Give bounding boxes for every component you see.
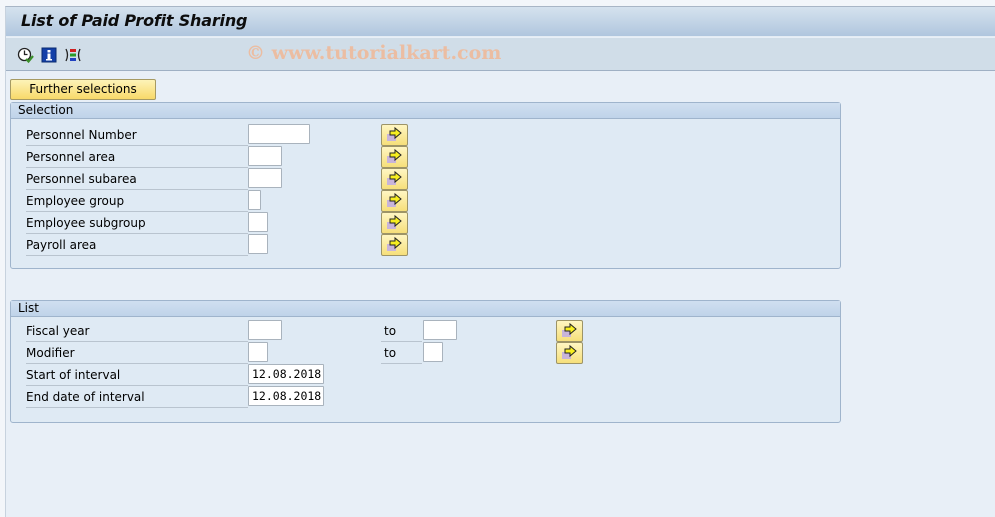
fiscal-year-to-input[interactable] — [423, 320, 457, 340]
modifier-from-input[interactable] — [248, 342, 268, 362]
multiple-selection-button[interactable] — [381, 212, 408, 234]
multiple-selection-button[interactable] — [381, 146, 408, 168]
field-row-personnel-area: Personnel area — [11, 146, 840, 168]
multiple-selection-button[interactable] — [381, 234, 408, 256]
personnel-area-input[interactable] — [248, 146, 282, 166]
end-date-of-interval-input[interactable]: 12.08.2018 — [248, 386, 324, 406]
field-label: Employee group — [26, 190, 248, 212]
field-label: Payroll area — [26, 234, 248, 256]
info-icon[interactable] — [40, 46, 58, 64]
personnel-number-input[interactable] — [248, 124, 310, 144]
fiscal-year-from-input[interactable] — [248, 320, 282, 340]
start-of-interval-input[interactable]: 12.08.2018 — [248, 364, 324, 384]
employee-subgroup-input[interactable] — [248, 212, 268, 232]
field-row-employee-group: Employee group — [11, 190, 840, 212]
application-toolbar: © www.tutorialkart.com — [6, 38, 995, 71]
modifier-to-input[interactable] — [423, 342, 443, 362]
field-row-end-date-of-interval: End date of interval 12.08.2018 — [11, 386, 840, 408]
selection-group-title: Selection — [11, 103, 840, 119]
further-selections-button[interactable]: Further selections — [10, 79, 156, 100]
watermark-text: © www.tutorialkart.com — [246, 42, 502, 64]
multiple-selection-button[interactable] — [381, 124, 408, 146]
field-row-employee-subgroup: Employee subgroup — [11, 212, 840, 234]
list-group: List Fiscal year to Modifier to Start of… — [10, 300, 841, 423]
multiple-selection-button[interactable] — [381, 168, 408, 190]
list-group-title: List — [11, 301, 840, 317]
page-title: List of Paid Profit Sharing — [21, 11, 248, 30]
selection-group: Selection Personnel Number Personnel are… — [10, 102, 841, 269]
title-bar: List of Paid Profit Sharing — [6, 7, 995, 37]
field-row-personnel-subarea: Personnel subarea — [11, 168, 840, 190]
field-label: Start of interval — [26, 364, 248, 386]
selection-options-icon[interactable] — [64, 46, 82, 64]
field-label: Personnel area — [26, 146, 248, 168]
field-label: Personnel Number — [26, 124, 248, 146]
personnel-subarea-input[interactable] — [248, 168, 282, 188]
field-label: Employee subgroup — [26, 212, 248, 234]
employee-group-input[interactable] — [248, 190, 261, 210]
to-label: to — [381, 320, 422, 342]
multiple-selection-button[interactable] — [556, 320, 583, 342]
field-label: Modifier — [26, 342, 248, 364]
execute-icon[interactable] — [16, 46, 34, 64]
field-label: End date of interval — [26, 386, 248, 408]
field-row-payroll-area: Payroll area — [11, 234, 840, 256]
field-row-modifier: Modifier to — [11, 342, 840, 364]
multiple-selection-button[interactable] — [556, 342, 583, 364]
to-label: to — [381, 342, 422, 364]
sap-window: List of Paid Profit Sharing © www.tutori… — [5, 6, 995, 517]
field-label: Fiscal year — [26, 320, 248, 342]
multiple-selection-button[interactable] — [381, 190, 408, 212]
payroll-area-input[interactable] — [248, 234, 268, 254]
field-row-fiscal-year: Fiscal year to — [11, 320, 840, 342]
field-label: Personnel subarea — [26, 168, 248, 190]
field-row-start-of-interval: Start of interval 12.08.2018 — [11, 364, 840, 386]
field-row-personnel-number: Personnel Number — [11, 124, 840, 146]
